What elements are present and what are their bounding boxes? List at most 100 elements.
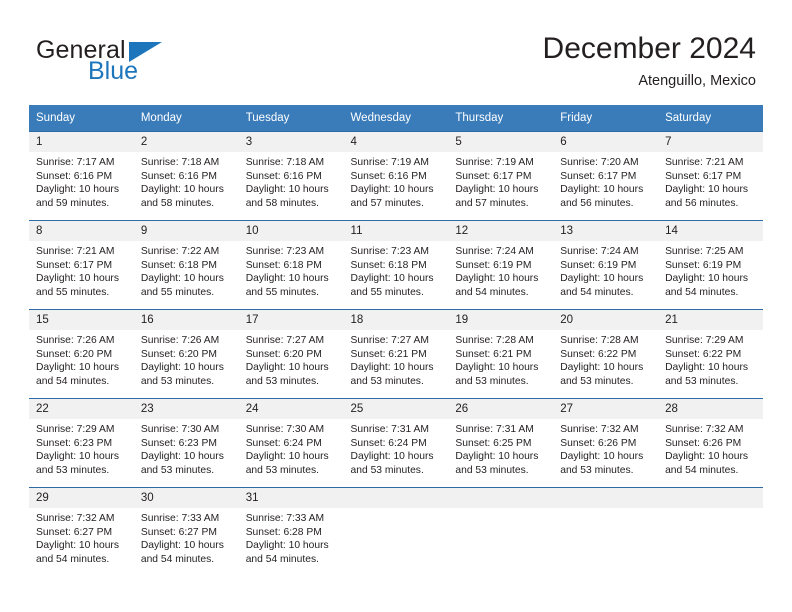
day-number: 10 (238, 221, 344, 241)
calendar-day-cell[interactable]: 7 Sunrise: 7:21 AM Sunset: 6:17 PM Daylight… (658, 131, 763, 221)
calendar-day-cell[interactable]: 20 Sunrise: 7:28 AM Sunset: 6:22 PM Dayligh… (553, 309, 659, 399)
day-daylight-2-text: and 53 minutes. (36, 464, 110, 476)
calendar-day-cell[interactable]: 14 Sunrise: 7:25 AM Sunset: 6:19 PM Dayligh… (658, 220, 763, 310)
day-number: 14 (658, 221, 763, 241)
day-number: 22 (29, 399, 134, 419)
calendar-day-cell[interactable]: 5 Sunrise: 7:19 AM Sunset: 6:17 PM Daylight… (448, 131, 554, 221)
day-daylight-1-text: Daylight: 10 hours (350, 362, 434, 374)
calendar-day-cell[interactable]: 12 Sunrise: 7:24 AM Sunset: 6:19 PM Dayligh… (448, 220, 554, 310)
generalblue-logo[interactable]: General Blue (36, 36, 216, 88)
calendar-day-cell[interactable]: 9 Sunrise: 7:22 AM Sunset: 6:18 PM Daylight… (133, 220, 239, 310)
calendar-day-cell[interactable]: 8 Sunrise: 7:21 AM Sunset: 6:17 PM Daylight… (29, 220, 134, 310)
day-sunset-text: Sunset: 6:27 PM (140, 526, 217, 538)
location-subtitle: Atenguillo, Mexico (638, 73, 756, 89)
day-sunrise-text: Sunrise: 7:27 AM (245, 335, 325, 346)
day-daylight-2-text: and 57 minutes. (350, 197, 424, 209)
calendar-day-cell[interactable]: 13 Sunrise: 7:24 AM Sunset: 6:19 PM Dayligh… (553, 220, 659, 310)
day-sunset-text: Sunset: 6:24 PM (245, 437, 322, 449)
calendar-day-cell[interactable]: 31 Sunrise: 7:33 AM Sunset: 6:28 PM Dayligh… (238, 487, 344, 576)
calendar-day-cell[interactable]: 29 Sunrise: 7:32 AM Sunset: 6:27 PM Dayligh… (29, 487, 134, 576)
day-daylight-2-text: and 54 minutes. (665, 464, 739, 476)
day-sun-info: Sunrise: 7:28 AM Sunset: 6:21 PM Daylight:… (448, 330, 553, 388)
calendar-page: General Blue December 2024 Atenguillo, M… (0, 0, 792, 612)
calendar-day-cell[interactable]: 19 Sunrise: 7:28 AM Sunset: 6:21 PM Dayligh… (448, 309, 554, 399)
day-sunrise-text: Sunrise: 7:20 AM (560, 157, 639, 168)
day-number: 3 (238, 132, 344, 152)
day-sunset-text: Sunset: 6:18 PM (245, 259, 322, 271)
day-sun-info: Sunrise: 7:19 AM Sunset: 6:16 PM Daylight:… (344, 152, 449, 210)
calendar-day-cell[interactable]: 4 Sunrise: 7:19 AM Sunset: 6:16 PM Daylight… (343, 131, 449, 221)
page-header: General Blue December 2024 Atenguillo, M… (0, 0, 792, 100)
calendar-day-cell[interactable]: 21 Sunrise: 7:29 AM Sunset: 6:22 PM Dayligh… (658, 309, 763, 399)
day-daylight-1-text: Daylight: 10 hours (455, 184, 539, 196)
day-sunrise-text: Sunrise: 7:17 AM (36, 157, 115, 168)
day-sunrise-text: Sunrise: 7:31 AM (455, 424, 534, 435)
day-daylight-2-text: and 54 minutes. (36, 375, 110, 387)
day-sun-info: Sunrise: 7:32 AM Sunset: 6:26 PM Daylight:… (658, 419, 763, 477)
day-daylight-2-text: and 53 minutes. (350, 464, 424, 476)
calendar-day-cell[interactable]: 22 Sunrise: 7:29 AM Sunset: 6:23 PM Dayligh… (29, 398, 134, 488)
day-daylight-1-text: Daylight: 10 hours (560, 362, 644, 374)
day-number: 8 (29, 221, 134, 241)
day-sunset-text: Sunset: 6:22 PM (665, 348, 742, 360)
calendar-day-cell[interactable]: 28 Sunrise: 7:32 AM Sunset: 6:26 PM Dayligh… (658, 398, 763, 488)
calendar-week-row: 8 Sunrise: 7:21 AM Sunset: 6:17 PM Daylight… (29, 220, 763, 310)
calendar-day-cell[interactable]: 17 Sunrise: 7:27 AM Sunset: 6:20 PM Dayligh… (238, 309, 344, 399)
day-daylight-2-text: and 57 minutes. (455, 197, 529, 209)
day-sun-info: Sunrise: 7:27 AM Sunset: 6:20 PM Daylight:… (239, 330, 344, 388)
calendar-day-cell[interactable]: 25 Sunrise: 7:31 AM Sunset: 6:24 PM Dayligh… (343, 398, 449, 488)
calendar-day-cell[interactable]: 15 Sunrise: 7:26 AM Sunset: 6:20 PM Dayligh… (29, 309, 134, 399)
calendar-day-cell[interactable]: 16 Sunrise: 7:26 AM Sunset: 6:20 PM Dayligh… (133, 309, 239, 399)
day-sunrise-text: Sunrise: 7:32 AM (36, 513, 115, 524)
day-sunset-text: Sunset: 6:20 PM (140, 348, 217, 360)
calendar-day-cell[interactable]: 3 Sunrise: 7:18 AM Sunset: 6:16 PM Daylight… (238, 131, 344, 221)
day-number: 20 (553, 310, 659, 330)
day-sunset-text: Sunset: 6:20 PM (245, 348, 322, 360)
day-sunrise-text: Sunrise: 7:33 AM (245, 513, 325, 524)
day-sunset-text: Sunset: 6:19 PM (560, 259, 637, 271)
day-sunset-text: Sunset: 6:16 PM (36, 170, 113, 182)
calendar-header-row: Sunday Monday Tuesday Wednesday Thursday… (29, 105, 763, 132)
day-daylight-2-text: and 58 minutes. (245, 197, 319, 209)
calendar-day-cell[interactable]: 1 Sunrise: 7:17 AM Sunset: 6:16 PM Daylight… (29, 131, 134, 221)
calendar-day-cell[interactable]: 26 Sunrise: 7:31 AM Sunset: 6:25 PM Dayligh… (448, 398, 554, 488)
day-daylight-1-text: Daylight: 10 hours (245, 540, 329, 552)
day-sun-info: Sunrise: 7:20 AM Sunset: 6:17 PM Daylight:… (553, 152, 658, 210)
day-number: 19 (448, 310, 554, 330)
day-number (343, 488, 449, 508)
day-sunrise-text: Sunrise: 7:32 AM (560, 424, 639, 435)
calendar-day-cell[interactable]: 10 Sunrise: 7:23 AM Sunset: 6:18 PM Dayligh… (238, 220, 344, 310)
day-daylight-2-text: and 54 minutes. (665, 286, 739, 298)
day-sunset-text: Sunset: 6:16 PM (350, 170, 427, 182)
calendar-day-cell[interactable]: 2 Sunrise: 7:18 AM Sunset: 6:16 PM Daylight… (133, 131, 239, 221)
day-sunrise-text: Sunrise: 7:23 AM (350, 246, 429, 257)
day-daylight-2-text: and 54 minutes. (455, 286, 529, 298)
day-sunset-text: Sunset: 6:23 PM (36, 437, 113, 449)
day-sunrise-text: Sunrise: 7:24 AM (560, 246, 639, 257)
day-daylight-2-text: and 53 minutes. (560, 375, 634, 387)
calendar-day-cell[interactable]: 23 Sunrise: 7:30 AM Sunset: 6:23 PM Dayligh… (133, 398, 239, 488)
day-sunset-text: Sunset: 6:28 PM (245, 526, 322, 538)
day-sunset-text: Sunset: 6:17 PM (36, 259, 113, 271)
day-number: 15 (29, 310, 134, 330)
day-sunrise-text: Sunrise: 7:26 AM (140, 335, 220, 346)
day-number: 4 (343, 132, 449, 152)
calendar-day-cell[interactable]: 6 Sunrise: 7:20 AM Sunset: 6:17 PM Daylight… (553, 131, 659, 221)
calendar-day-cell[interactable]: 30 Sunrise: 7:33 AM Sunset: 6:27 PM Dayligh… (133, 487, 239, 576)
day-sun-info: Sunrise: 7:32 AM Sunset: 6:27 PM Daylight:… (29, 508, 134, 566)
calendar-day-cell[interactable]: 24 Sunrise: 7:30 AM Sunset: 6:24 PM Dayligh… (238, 398, 344, 488)
day-daylight-1-text: Daylight: 10 hours (350, 273, 434, 285)
day-number: 31 (238, 488, 344, 508)
day-sun-info: Sunrise: 7:30 AM Sunset: 6:24 PM Daylight:… (239, 419, 344, 477)
calendar-day-cell[interactable]: 11 Sunrise: 7:23 AM Sunset: 6:18 PM Dayligh… (343, 220, 449, 310)
day-daylight-1-text: Daylight: 10 hours (665, 273, 749, 285)
day-sun-info: Sunrise: 7:28 AM Sunset: 6:22 PM Daylight:… (553, 330, 658, 388)
day-daylight-2-text: and 56 minutes. (665, 197, 739, 209)
page-title: December 2024 (542, 32, 756, 65)
calendar-day-cell[interactable]: 18 Sunrise: 7:27 AM Sunset: 6:21 PM Dayligh… (343, 309, 449, 399)
day-sunset-text: Sunset: 6:24 PM (350, 437, 427, 449)
day-number: 28 (658, 399, 763, 419)
day-sunset-text: Sunset: 6:27 PM (36, 526, 113, 538)
calendar-day-cell[interactable]: 27 Sunrise: 7:32 AM Sunset: 6:26 PM Dayligh… (553, 398, 659, 488)
day-daylight-1-text: Daylight: 10 hours (245, 184, 329, 196)
